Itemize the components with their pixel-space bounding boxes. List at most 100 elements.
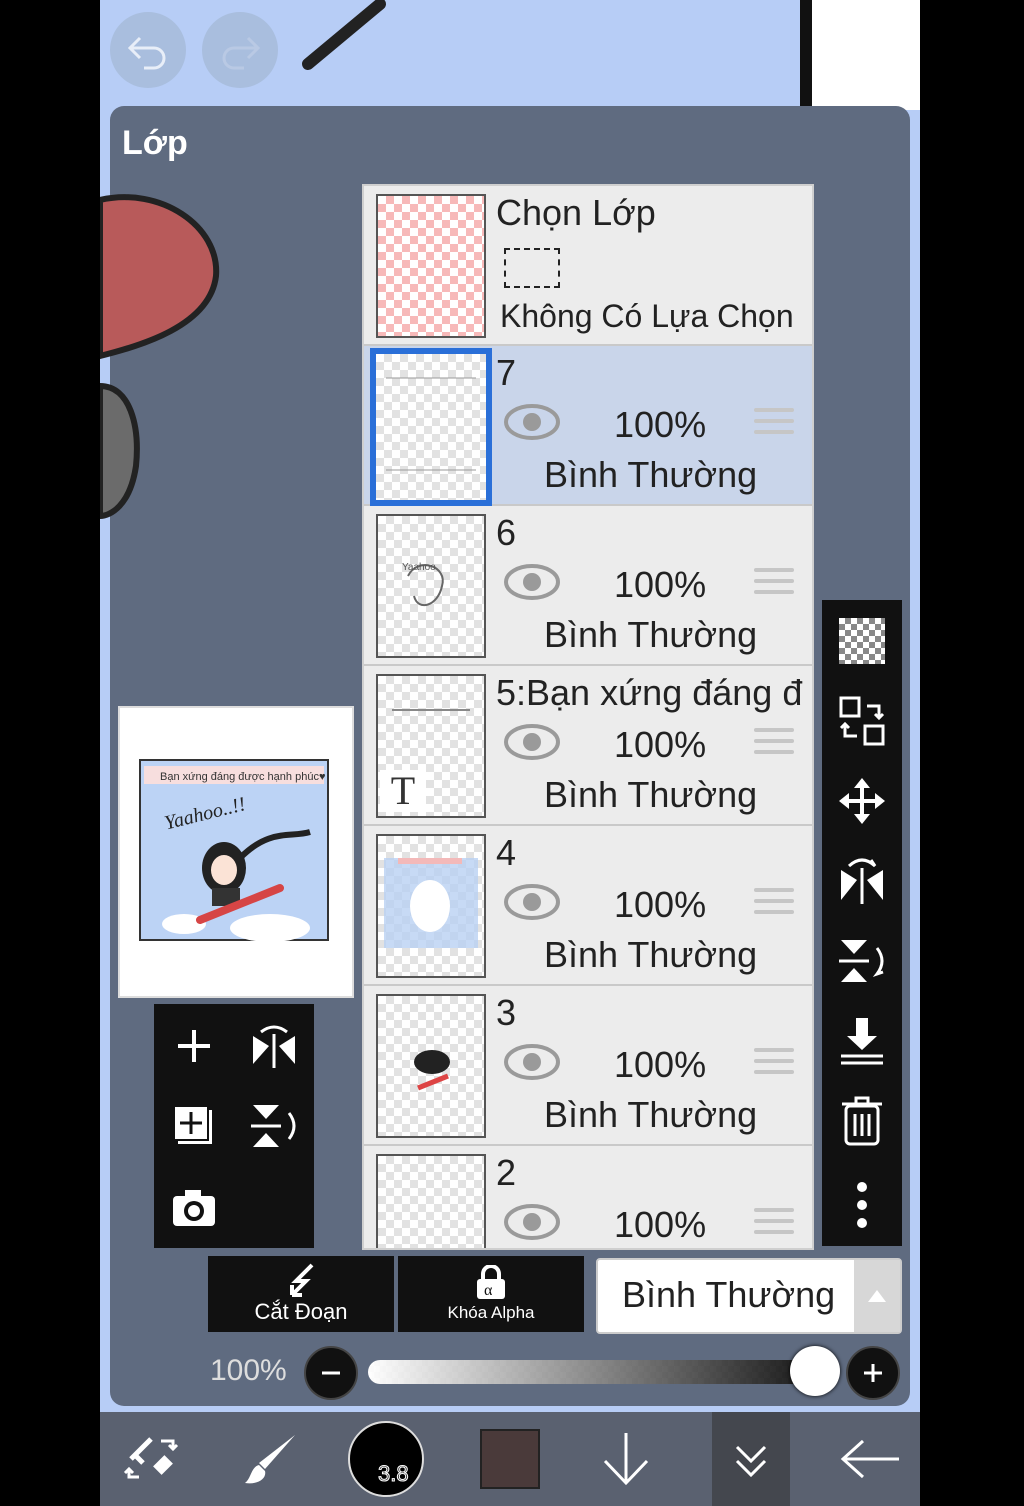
canvas-edge — [812, 0, 920, 110]
eye-icon[interactable] — [504, 402, 560, 442]
layer-name: 2 — [496, 1152, 517, 1193]
undo-button[interactable] — [110, 12, 186, 88]
color-swatch — [480, 1429, 540, 1489]
back-button[interactable] — [826, 1412, 916, 1506]
layer-thumbnail — [376, 834, 486, 978]
layer-row-4[interactable]: 4 100% Bình Thường — [364, 826, 812, 986]
opacity-slider[interactable] — [368, 1360, 838, 1384]
camera-button[interactable] — [154, 1168, 234, 1248]
alpha-lock-label: Khóa Alpha — [447, 1303, 535, 1322]
undo-icon — [127, 36, 166, 70]
canvas-preview[interactable]: Bạn xứng đáng được hạnh phúc♥ Yaahoo..!! — [118, 706, 354, 998]
brush-icon — [245, 1435, 295, 1484]
artwork-thumbnail: Bạn xứng đáng được hạnh phúc♥ Yaahoo..!! — [139, 759, 329, 942]
delete-layer-button[interactable] — [822, 1086, 902, 1156]
opacity-decrease-button[interactable] — [304, 1346, 358, 1400]
drag-handle-icon[interactable] — [754, 568, 794, 601]
drag-handle-icon[interactable] — [754, 728, 794, 761]
layer-name: 6 — [496, 512, 517, 553]
layer-name: 7 — [496, 352, 517, 393]
brush-size-button[interactable]: 3.8 — [346, 1412, 426, 1506]
redo-button[interactable] — [202, 12, 278, 88]
layer-opacity: 100% — [614, 884, 707, 925]
layer-list[interactable]: Chọn Lớp Không Có Lựa Chọn 7 100% Bình T… — [362, 184, 814, 1250]
trash-icon — [842, 1096, 882, 1146]
brush-tool-button[interactable] — [226, 1412, 316, 1506]
transfer-icon — [839, 696, 885, 746]
flip-layer-horizontal-button[interactable] — [234, 1006, 314, 1086]
redo-icon — [222, 36, 261, 70]
plus-icon — [864, 1364, 882, 1382]
layer-thumbnail: Yaahoo — [376, 514, 486, 658]
color-button[interactable] — [470, 1412, 550, 1506]
camera-icon — [173, 1190, 215, 1226]
blend-mode-select[interactable]: Bình Thường — [596, 1258, 902, 1334]
layer-row-5[interactable]: T 5:Bạn xứng đáng đ 100% Bình Thường — [364, 666, 812, 826]
canvas-peek — [100, 194, 220, 520]
layer-row-selection[interactable]: Chọn Lớp Không Có Lựa Chọn — [364, 186, 812, 346]
more-options-button[interactable] — [822, 1170, 902, 1240]
svg-text:Yaahoo: Yaahoo — [402, 562, 436, 573]
flip-h-icon — [841, 858, 883, 904]
opacity-increase-button[interactable] — [846, 1346, 900, 1400]
drag-handle-icon[interactable] — [754, 888, 794, 921]
panel-title: Lớp — [122, 124, 188, 162]
layer-blend-mode: Bình Thường — [544, 454, 758, 495]
flip-horizontal-button[interactable] — [822, 846, 902, 916]
flip-layer-vertical-button[interactable] — [234, 1086, 314, 1166]
selection-thumbnail — [376, 194, 486, 338]
svg-text:α: α — [484, 1282, 493, 1299]
layer-tools-column — [822, 600, 902, 1246]
layer-row-7[interactable]: 7 100% Bình Thường — [364, 346, 812, 506]
eraser-pen-swap-icon — [123, 1437, 179, 1479]
drag-handle-icon[interactable] — [754, 1048, 794, 1081]
layer-opacity: 100% — [614, 564, 707, 605]
marquee-icon — [504, 248, 560, 288]
layer-row-6[interactable]: Yaahoo 6 100% Bình Thường — [364, 506, 812, 666]
layer-blend-mode: Bình Thường — [544, 934, 758, 975]
selection-label: Chọn Lớp — [496, 192, 656, 233]
brush-size-value: 3.8 — [378, 1461, 410, 1487]
layer-down-button[interactable] — [586, 1412, 666, 1506]
eye-icon[interactable] — [504, 722, 560, 762]
layer-add-buttons — [154, 1004, 314, 1248]
clipping-button[interactable]: Cắt Đoạn — [208, 1256, 394, 1332]
text-layer-icon: T — [380, 770, 426, 812]
opacity-slider-knob[interactable] — [790, 1346, 840, 1396]
layer-thumbnail — [370, 348, 492, 506]
layer-thumbnail — [376, 994, 486, 1138]
flip-v-icon — [251, 1105, 296, 1147]
alpha-lock-button[interactable]: α Khóa Alpha — [398, 1256, 584, 1332]
layer-row-3[interactable]: 3 100% Bình Thường — [364, 986, 812, 1146]
flip-vertical-button[interactable] — [822, 926, 902, 996]
eye-icon[interactable] — [504, 562, 560, 602]
add-layer-icon — [178, 1030, 210, 1062]
transparent-fill-button[interactable] — [822, 606, 902, 676]
more-icon — [857, 1182, 867, 1228]
merge-down-button[interactable] — [822, 1006, 902, 1076]
add-layer-button[interactable] — [154, 1006, 234, 1086]
duplicate-layer-button[interactable] — [154, 1086, 234, 1166]
layer-blend-mode: Bình Thường — [544, 614, 758, 655]
transfer-button[interactable] — [822, 686, 902, 756]
minus-icon — [322, 1371, 340, 1375]
selection-status: Không Có Lựa Chọn — [500, 298, 794, 334]
opacity-readout: 100% — [210, 1354, 287, 1387]
add-copy-icon — [173, 1105, 212, 1144]
layer-name: 4 — [496, 832, 517, 873]
tool-switch-button[interactable] — [106, 1412, 196, 1506]
drag-handle-icon[interactable] — [754, 1208, 794, 1241]
eye-icon[interactable] — [504, 882, 560, 922]
eye-icon[interactable] — [504, 1202, 560, 1242]
layer-thumbnail — [376, 1154, 486, 1248]
collapse-panel-button[interactable] — [712, 1412, 790, 1506]
drag-handle-icon[interactable] — [754, 408, 794, 441]
brush-size-circle: 3.8 — [348, 1421, 424, 1497]
lock-icon: α — [477, 1265, 505, 1299]
layer-row-2[interactable]: 2 100% — [364, 1146, 812, 1248]
layer-thumbnail: T — [376, 674, 486, 818]
eye-icon[interactable] — [504, 1042, 560, 1082]
move-button[interactable] — [822, 766, 902, 836]
merge-down-icon — [841, 1018, 883, 1065]
preview-caption: Bạn xứng đáng được hạnh phúc♥ — [160, 771, 325, 783]
